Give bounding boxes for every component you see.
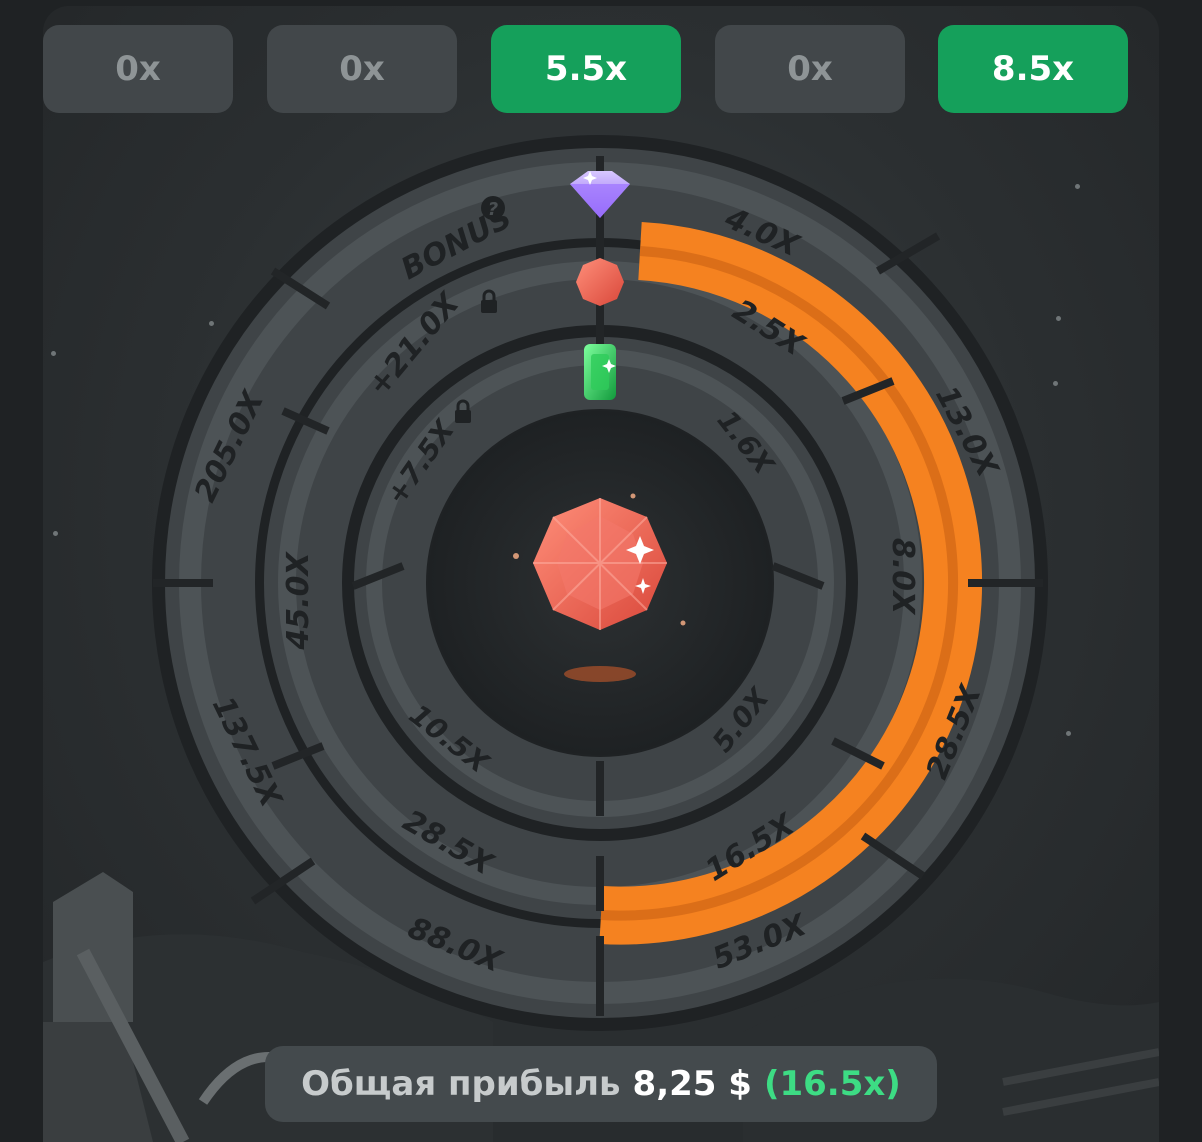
game-frame: 0x 0x 5.5x 0x 8.5x BONUS ? 4.0X 13.0X 28… — [43, 6, 1159, 1142]
total-profit-multiplier: (16.5x) — [763, 1064, 901, 1104]
spark-decoration — [513, 553, 519, 559]
spark-decoration — [680, 620, 686, 626]
total-profit-label: Общая прибыль — [301, 1064, 621, 1104]
middle-segment-label-active: 8.0X — [885, 538, 920, 616]
green-emerald-icon — [584, 344, 616, 400]
gem-glow — [564, 666, 636, 682]
spark-decoration — [630, 493, 636, 499]
total-profit-bar: Общая прибыль 8,25 $ (16.5x) — [265, 1046, 937, 1122]
total-profit-amount: 8,25 $ — [632, 1064, 752, 1104]
middle-segment-label: 45.0X — [281, 551, 316, 651]
svg-text:?: ? — [488, 199, 498, 220]
multiplier-wheel: BONUS ? 4.0X 13.0X 28.5X 53.0X 88.0X 137… — [152, 135, 1048, 1031]
red-gem-icon — [576, 258, 624, 306]
help-icon[interactable]: ? — [481, 196, 505, 220]
